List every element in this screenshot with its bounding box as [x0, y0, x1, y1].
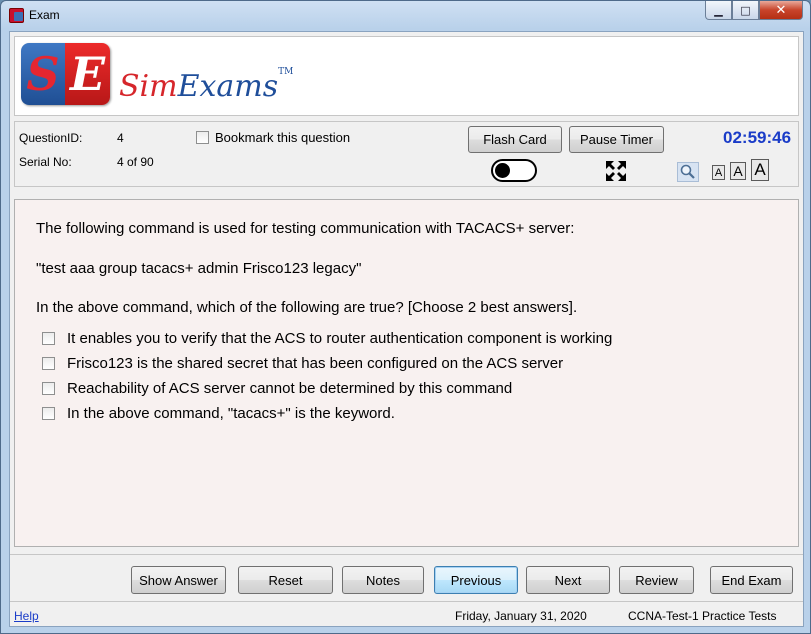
exam-window: Exam ▁ □ ✕ S E SimExamsTM QuestionID: 4 …: [0, 0, 811, 634]
wordmark-exams: Exams: [177, 69, 279, 104]
expand-icon[interactable]: [605, 160, 627, 182]
app-icon: [9, 8, 24, 23]
countdown-timer: 02:59:46: [723, 128, 792, 147]
toggle-knob: [495, 163, 510, 178]
status-bar: Help Friday, January 31, 2020 CCNA-Test-…: [10, 606, 803, 626]
simexams-logo-mark: S E: [21, 43, 110, 105]
simexams-wordmark: SimExamsTM: [119, 67, 294, 104]
trademark: TM: [278, 67, 294, 77]
answer-option-1[interactable]: It enables you to verify that the ACS to…: [42, 330, 612, 347]
question-id-label: QuestionID:: [19, 131, 83, 145]
title-bar: Exam ▁ □ ✕: [1, 1, 810, 31]
minimize-button[interactable]: ▁: [705, 1, 732, 20]
question-id-value: 4: [117, 131, 124, 145]
previous-button[interactable]: Previous: [434, 566, 518, 594]
question-prompt: In the above command, which of the follo…: [36, 299, 578, 316]
close-button[interactable]: ✕: [759, 1, 803, 20]
toggle-switch[interactable]: [491, 159, 537, 182]
reset-button[interactable]: Reset: [238, 566, 333, 594]
window-title: Exam: [29, 8, 60, 22]
answer-checkbox-4[interactable]: [42, 407, 55, 420]
question-command: "test aaa group tacacs+ admin Frisco123 …: [36, 260, 362, 277]
answer-option-2[interactable]: Frisco123 is the shared secret that has …: [42, 355, 563, 372]
pause-timer-button[interactable]: Pause Timer: [569, 126, 664, 153]
next-button[interactable]: Next: [526, 566, 610, 594]
help-link[interactable]: Help: [14, 609, 39, 623]
status-product: CCNA-Test-1 Practice Tests: [628, 609, 777, 623]
status-date: Friday, January 31, 2020: [455, 609, 587, 623]
question-panel: The following command is used for testin…: [14, 199, 799, 547]
question-text-intro: The following command is used for testin…: [36, 220, 575, 237]
answer-text-1: It enables you to verify that the ACS to…: [67, 330, 613, 347]
bookmark-option[interactable]: Bookmark this question: [196, 130, 350, 145]
answer-checkbox-3[interactable]: [42, 382, 55, 395]
magnifier-glyph: [680, 164, 695, 179]
logo-letter-e: E: [65, 43, 110, 105]
font-size-small-button[interactable]: A: [712, 165, 725, 180]
font-size-large-button[interactable]: A: [751, 159, 769, 181]
notes-button[interactable]: Notes: [342, 566, 424, 594]
answer-checkbox-1[interactable]: [42, 332, 55, 345]
show-answer-button[interactable]: Show Answer: [131, 566, 226, 594]
search-icon[interactable]: [677, 162, 699, 182]
logo-letter-s: S: [21, 43, 65, 105]
flash-card-button[interactable]: Flash Card: [468, 126, 562, 153]
maximize-button[interactable]: □: [732, 1, 759, 20]
answer-option-4[interactable]: In the above command, "tacacs+" is the k…: [42, 405, 395, 422]
font-size-medium-button[interactable]: A: [730, 162, 746, 180]
logo-banner: S E SimExamsTM: [14, 36, 799, 116]
wordmark-sim: Sim: [119, 69, 178, 104]
answer-text-3: Reachability of ACS server cannot be det…: [67, 380, 513, 397]
end-exam-button[interactable]: End Exam: [710, 566, 793, 594]
answer-checkbox-2[interactable]: [42, 357, 55, 370]
client-area: S E SimExamsTM QuestionID: 4 Serial No: …: [9, 31, 804, 627]
answer-text-4: In the above command, "tacacs+" is the k…: [67, 405, 395, 422]
question-info-bar: QuestionID: 4 Serial No: 4 of 90 Bookmar…: [14, 121, 799, 187]
serial-value: 4 of 90: [117, 155, 154, 169]
review-button[interactable]: Review: [619, 566, 694, 594]
serial-label: Serial No:: [19, 155, 72, 169]
answer-text-2: Frisco123 is the shared secret that has …: [67, 355, 564, 372]
window-controls: ▁ □ ✕: [705, 1, 803, 20]
navigation-bar: Show Answer Reset Notes Previous Next Re…: [10, 554, 803, 602]
bookmark-label: Bookmark this question: [215, 130, 351, 145]
bookmark-checkbox[interactable]: [196, 131, 209, 144]
answer-option-3[interactable]: Reachability of ACS server cannot be det…: [42, 380, 512, 397]
